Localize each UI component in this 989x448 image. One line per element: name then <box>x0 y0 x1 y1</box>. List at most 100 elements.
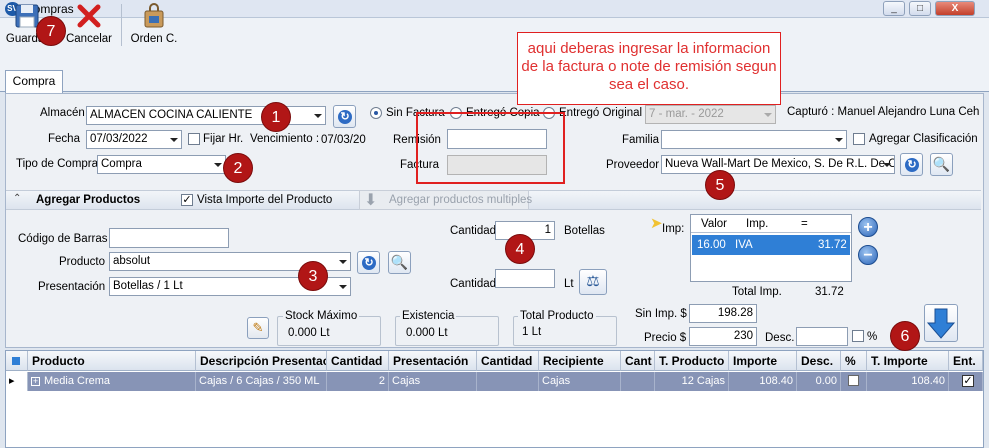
tab-strip <box>0 70 989 92</box>
familia-combo[interactable] <box>661 130 847 149</box>
col-recipiente[interactable]: Recipiente <box>539 351 621 371</box>
add-tax-button[interactable]: + <box>858 217 878 237</box>
refresh-icon: ↻ <box>338 110 352 124</box>
refresh-icon: ↻ <box>905 158 919 172</box>
add-product-button[interactable] <box>924 304 958 342</box>
pct-checkbox[interactable] <box>848 375 859 386</box>
collapse-chevron-icon[interactable]: ⌃ <box>13 193 21 204</box>
desc-pct-checkbox[interactable] <box>852 330 864 342</box>
producto-label: Producto <box>59 256 106 268</box>
col-cantidad[interactable]: Cantidad <box>327 351 389 371</box>
cell-cant <box>621 372 655 391</box>
total-imp-value: 31.72 <box>815 286 844 298</box>
col-desc[interactable]: Desc. <box>797 351 841 371</box>
fecha-date-picker[interactable]: 07/03/2022 <box>86 130 182 149</box>
order-label: Orden C. <box>130 33 178 45</box>
cantidad-unit: Botellas <box>564 225 605 237</box>
step-badge-5: 5 <box>705 170 735 200</box>
imp-header-imp: Imp. <box>746 218 769 230</box>
vista-importe-checkbox[interactable]: ✓ <box>181 194 193 206</box>
col-descripcion[interactable]: Descripción Presentación <box>196 351 327 371</box>
refresh-almacen-button[interactable]: ↻ <box>333 105 356 128</box>
cursor-icon: ➤ <box>650 215 663 232</box>
fijar-hr-label: Fijar Hr. <box>203 133 244 145</box>
cancel-button[interactable]: Cancelar <box>65 2 113 50</box>
red-x-icon <box>65 2 113 30</box>
refresh-producto-button[interactable]: ↻ <box>357 251 380 274</box>
existencia-value: 0.000 Lt <box>406 327 448 339</box>
scale-icon: ⚖ <box>586 273 600 290</box>
almacen-value: ALMACEN COCINA CALIENTE <box>90 109 253 121</box>
proveedor-combo[interactable]: Nueva Wall-Mart De Mexico, S. De R.L. De… <box>661 155 895 174</box>
entrega-date-picker[interactable]: 7 - mar. - 2022 <box>645 105 776 124</box>
capturo-text: Capturó : Manuel Alejandro Luna Ceh <box>787 106 980 118</box>
fijar-hr-checkbox[interactable] <box>188 133 200 145</box>
col-importe[interactable]: Importe <box>729 351 797 371</box>
sin-imp-input[interactable]: 198.28 <box>689 304 757 323</box>
cell-ent: ✓ <box>949 372 983 391</box>
proveedor-label: Proveedor <box>606 159 660 171</box>
almacen-label: Almacén <box>40 107 85 119</box>
producto-value: absolut <box>113 255 151 267</box>
close-window-button[interactable]: X <box>935 1 975 16</box>
products-grid[interactable]: Producto Descripción Presentación Cantid… <box>5 350 984 448</box>
search-proveedor-button[interactable]: 🔍 <box>930 153 953 176</box>
total-producto-label: Total Producto <box>518 310 596 322</box>
cantidad2-unit: Lt <box>564 278 574 290</box>
down-arrow-icon: ⬇ <box>364 192 378 209</box>
cell-presentacion: Cajas <box>389 372 477 391</box>
imp-header-eq: = <box>801 218 808 230</box>
precio-input[interactable]: 230 <box>689 327 757 346</box>
col-t-producto[interactable]: T. Producto <box>655 351 729 371</box>
imp-label: Imp: <box>662 223 685 235</box>
step-badge-4: 4 <box>505 234 535 264</box>
search-producto-button[interactable]: 🔍 <box>388 251 411 274</box>
col-pct[interactable]: % <box>841 351 867 371</box>
tipo-compra-combo[interactable]: Compra <box>97 155 226 174</box>
existencia-label: Existencia <box>400 310 457 322</box>
shopping-bag-icon <box>128 2 180 30</box>
entrego-original-label: Entregó Original <box>559 107 643 119</box>
col-t-importe[interactable]: T. Importe <box>867 351 949 371</box>
cantidad-label: Cantidad <box>450 225 497 237</box>
minimize-button[interactable]: _ <box>883 1 905 16</box>
search-icon: 🔍 <box>932 156 951 172</box>
desc-label: Desc. <box>765 332 795 344</box>
impuestos-grid[interactable]: Valor Imp. = 16.00 IVA 31.72 <box>690 214 852 282</box>
cell-recipiente: Cajas <box>539 372 621 391</box>
row-indicator-icon: ▸ <box>6 372 28 391</box>
col-presentacion[interactable]: Presentación <box>389 351 477 371</box>
vencimiento-value: 07/03/20 <box>321 134 366 146</box>
col-producto[interactable]: Producto <box>28 351 196 371</box>
sin-imp-label: Sin Imp. $ <box>635 308 687 320</box>
cantidad2-input[interactable] <box>495 269 555 288</box>
fecha-label: Fecha <box>48 133 80 145</box>
purchase-order-button[interactable]: Orden C. <box>128 2 180 50</box>
codigo-barras-input[interactable] <box>109 228 229 248</box>
col-ent[interactable]: Ent. <box>949 351 983 371</box>
tab-compra[interactable]: Compra <box>5 70 63 93</box>
desc-input[interactable] <box>796 327 848 346</box>
refresh-proveedor-button[interactable]: ↻ <box>900 153 923 176</box>
col-cantidad2[interactable]: Cantidad <box>477 351 539 371</box>
agregar-clasificacion-checkbox[interactable] <box>853 133 865 145</box>
step-badge-3: 3 <box>298 261 328 291</box>
col-cant[interactable]: Cant <box>621 351 655 371</box>
step-badge-2: 2 <box>223 153 253 183</box>
annotation-box: aqui deberas ingresar la informacion de … <box>517 32 781 105</box>
remove-tax-button[interactable]: − <box>858 245 878 265</box>
ent-checkbox[interactable]: ✓ <box>962 375 974 387</box>
edit-button[interactable]: ✎ <box>247 317 269 339</box>
table-row[interactable]: + Media Crema <box>28 372 196 391</box>
cell-producto: Media Crema <box>44 375 111 387</box>
stock-maximo-value: 0.000 Lt <box>288 327 330 339</box>
scale-button[interactable]: ⚖ <box>579 269 607 295</box>
maximize-button[interactable]: □ <box>909 1 931 16</box>
expand-icon[interactable]: + <box>31 377 40 386</box>
plus-icon: + <box>863 219 873 236</box>
imp-header-valor: Valor <box>701 218 727 230</box>
step-badge-6: 6 <box>890 321 920 351</box>
sin-factura-radio[interactable] <box>370 107 382 119</box>
refresh-icon: ↻ <box>362 256 376 270</box>
stock-maximo-label: Stock Máximo <box>283 310 360 322</box>
